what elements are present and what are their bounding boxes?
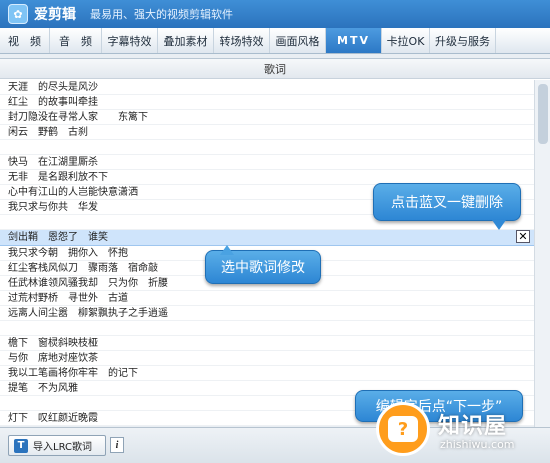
watermark: ? 知识屋 zhishiwu.com bbox=[372, 392, 550, 463]
question-bubble-icon: ? bbox=[388, 416, 418, 442]
lyric-line[interactable]: 远离人间尘嚣 柳絮飘执子之手逍遥 bbox=[0, 306, 534, 321]
lyric-line[interactable]: 闲云 野鹤 古刹 bbox=[0, 125, 534, 140]
close-icon: ✕ bbox=[518, 230, 528, 243]
menu-picture-style[interactable]: 画面风格 bbox=[270, 28, 326, 53]
callout-delete-hint: 点击蓝叉一键删除 bbox=[373, 183, 521, 230]
lyric-line-selected[interactable]: 剑出鞘 恩怨了 谁笑 bbox=[0, 230, 534, 246]
delete-line-button[interactable]: ✕ bbox=[516, 230, 530, 243]
app-name: 爱剪辑 bbox=[34, 7, 76, 23]
callout-edit-hint: 选中歌词修改 bbox=[205, 245, 321, 284]
lyric-line[interactable]: 红尘 的故事叫牵挂 bbox=[0, 95, 534, 110]
watermark-subtitle: zhishiwu.com bbox=[440, 438, 515, 451]
lyrics-scrollbar[interactable] bbox=[534, 80, 550, 427]
callout-delete-hint-text: 点击蓝叉一键删除 bbox=[391, 195, 503, 211]
lyrics-panel: 歌词 天涯 的尽头是风沙 红尘 的故事叫牵挂 封刀隐没在寻常人家 东篱下 闲云 野鹤 … bbox=[0, 58, 550, 427]
import-lrc-label: 导入LRC歌词 bbox=[33, 442, 93, 453]
main-menu-bar: 视 频 音 频 字幕特效 叠加素材 转场特效 画面风格 MTV 卡拉OK 升级与… bbox=[0, 28, 550, 54]
menu-subtitle-effects[interactable]: 字幕特效 bbox=[102, 28, 158, 53]
lyric-line[interactable] bbox=[0, 321, 534, 336]
menu-overlay[interactable]: 叠加素材 bbox=[158, 28, 214, 53]
callout-edit-hint-text: 选中歌词修改 bbox=[221, 260, 305, 276]
scrollbar-thumb[interactable] bbox=[538, 84, 548, 144]
callout-pointer-icon bbox=[220, 245, 234, 255]
title-bar: ✿ 爱剪辑 最易用、强大的视频剪辑软件 bbox=[0, 0, 550, 28]
menu-karaoke[interactable]: 卡拉OK bbox=[382, 28, 430, 53]
lyrics-panel-header: 歌词 bbox=[0, 59, 550, 79]
watermark-title: 知识屋 bbox=[438, 414, 508, 439]
lyric-line[interactable]: 天涯 的尽头是风沙 bbox=[0, 80, 534, 95]
lyric-line[interactable]: 封刀隐没在寻常人家 东篱下 bbox=[0, 110, 534, 125]
menu-upgrade[interactable]: 升级与服务 bbox=[430, 28, 496, 53]
lyric-line[interactable]: 与你 席地对座饮茶 bbox=[0, 351, 534, 366]
text-import-icon: T bbox=[14, 438, 28, 453]
lyric-line[interactable]: 檐下 窗棂斜映枝桠 bbox=[0, 336, 534, 351]
lyric-line[interactable]: 我以工笔画将你牢牢 的记下 bbox=[0, 366, 534, 381]
watermark-logo-icon: ? bbox=[376, 402, 430, 456]
app-slogan: 最易用、强大的视频剪辑软件 bbox=[90, 8, 233, 21]
menu-video[interactable]: 视 频 bbox=[0, 28, 50, 53]
app-logo-icon: ✿ bbox=[8, 4, 28, 24]
menu-audio[interactable]: 音 频 bbox=[50, 28, 102, 53]
lyric-line[interactable]: 快马 在江湖里厮杀 bbox=[0, 155, 534, 170]
lyric-line[interactable]: 过荒村野桥 寻世外 古道 bbox=[0, 291, 534, 306]
info-icon[interactable]: i bbox=[110, 437, 124, 453]
callout-pointer-icon bbox=[492, 220, 506, 230]
lyric-line[interactable] bbox=[0, 140, 534, 155]
import-lrc-button[interactable]: T 导入LRC歌词 bbox=[8, 435, 106, 456]
menu-transition[interactable]: 转场特效 bbox=[214, 28, 270, 53]
menu-mtv[interactable]: MTV bbox=[326, 28, 382, 53]
